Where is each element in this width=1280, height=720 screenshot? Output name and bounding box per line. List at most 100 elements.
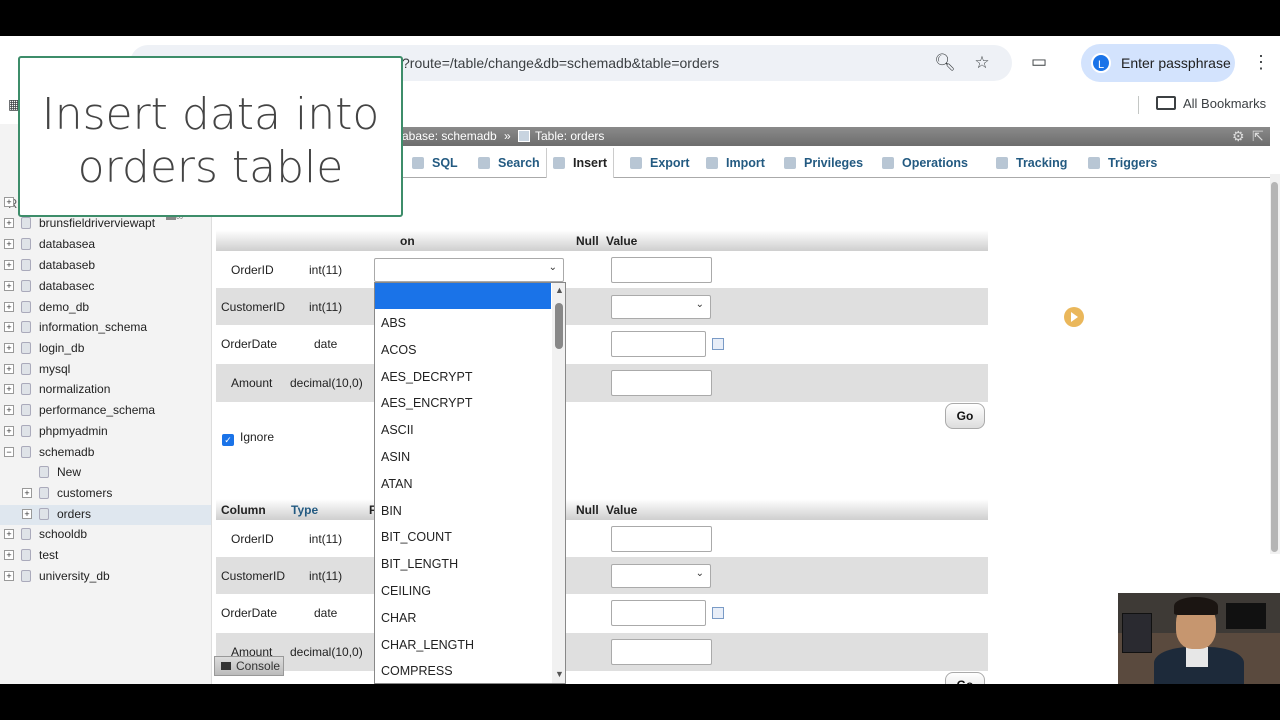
expand-toggle-icon[interactable]: + [4,529,14,539]
nav-item-databaseb[interactable]: + databaseb [0,256,211,276]
tab-triggers[interactable]: Triggers [1082,148,1163,178]
dropdown-option[interactable]: CHAR [375,605,551,632]
extensions-puzzle-icon[interactable]: ▭ [1028,51,1050,73]
dropdown-option[interactable]: BIT_LENGTH [375,551,551,578]
tab-export[interactable]: Export [624,148,696,178]
nav-item-login-db[interactable]: + login_db [0,339,211,359]
chevron-down-icon: ⌄ [548,262,557,273]
expand-toggle-icon[interactable]: + [4,550,14,560]
nav-item-orders[interactable]: + orders [0,505,211,525]
expand-toggle-icon[interactable]: + [4,281,14,291]
nav-item-databasec[interactable]: + databasec [0,277,211,297]
value-input[interactable] [611,526,712,552]
expand-toggle-icon[interactable]: + [4,405,14,415]
dropdown-option[interactable]: BIN [375,498,551,525]
expand-toggle-icon[interactable]: + [4,426,14,436]
kebab-menu-icon[interactable]: ⋮ [1252,51,1270,75]
dropdown-option[interactable]: ASCII [375,417,551,444]
value-input[interactable] [611,331,706,357]
nav-item-test[interactable]: + test [0,546,211,566]
nav-item-university-db[interactable]: + university_db [0,567,211,587]
breadcrumb-table[interactable]: Table: orders [535,129,604,143]
nav-item-phpmyadmin[interactable]: + phpmyadmin [0,422,211,442]
value-input[interactable] [611,257,712,283]
tab-insert[interactable]: Insert [546,148,615,178]
dropdown-option[interactable]: ASIN [375,444,551,471]
ignore-checkbox[interactable]: ✓ [222,434,234,446]
expand-toggle-icon[interactable]: + [4,322,14,332]
nav-item-mysql[interactable]: + mysql [0,360,211,380]
all-bookmarks-link[interactable]: All Bookmarks [1183,96,1266,111]
value-input[interactable] [611,600,706,626]
expand-toggle-icon[interactable]: − [4,447,14,457]
customer-id-value-select[interactable]: ⌄ [611,564,711,588]
tab-sql[interactable]: SQL [406,148,464,178]
tab-operations[interactable]: Operations [876,148,974,178]
nav-item-databasea[interactable]: + databasea [0,235,211,255]
nav-item-new[interactable]: New [0,463,211,483]
dropdown-scrollbar[interactable]: ▲ ▼ [552,283,565,683]
expand-toggle-icon[interactable]: + [22,488,32,498]
go-button-1[interactable]: Go [945,403,985,429]
dropdown-option[interactable]: ABS [375,310,551,337]
type-header[interactable]: Type [291,503,318,517]
nav-item-schooldb[interactable]: + schooldb [0,525,211,545]
function-select[interactable]: ⌄ [374,258,564,282]
expand-toggle-icon[interactable]: + [4,197,14,207]
value-input[interactable] [611,639,712,665]
dropdown-option[interactable]: CEILING [375,578,551,605]
nav-item-information-schema[interactable]: + information_schema [0,318,211,338]
nav-item-brunsfieldriverviewapt[interactable]: + brunsfieldriverviewapt [0,214,211,234]
nav-item-schemadb[interactable]: − schemadb [0,443,211,463]
calendar-icon[interactable] [712,607,724,619]
dropdown-option[interactable]: BIT_COUNT [375,524,551,551]
enter-passphrase-button[interactable]: L Enter passphrase [1081,44,1235,82]
page-scrollbar[interactable] [1270,174,1280,554]
value-input[interactable] [611,370,712,396]
expand-toggle-icon[interactable]: + [4,218,14,228]
zoom-search-icon[interactable]: 🔍︎ [934,52,956,74]
tab-import[interactable]: Import [700,148,771,178]
form-row: OrderID int(11) [216,520,988,558]
breadcrumb-database[interactable]: abase: schemadb [402,129,497,143]
dropdown-option[interactable]: CHAR_LENGTH [375,632,551,659]
nav-item-label: databasea [39,237,96,251]
customer-id-value-select[interactable]: ⌄ [611,295,711,319]
settings-gear-icon[interactable]: ⚙ [1232,128,1245,145]
dropdown-option[interactable]: AES_DECRYPT [375,364,551,391]
function-dropdown-list[interactable]: ▲ ▼ ABS ACOS AES_DECRYPT AES_ENCRYPT ASCII AS… [374,282,566,684]
url-text[interactable]: ?route=/table/change&db=schemadb&table=o… [402,55,719,71]
go-button-2[interactable]: Go [945,672,985,684]
expand-toggle-icon[interactable]: + [4,364,14,374]
expand-toggle-icon[interactable]: + [4,239,14,249]
console-toggle[interactable]: Console [214,656,284,676]
scroll-down-arrow-icon[interactable]: ▼ [555,669,564,679]
calendar-icon[interactable] [712,338,724,350]
expand-toggle-icon[interactable]: + [4,571,14,581]
dropdown-option[interactable]: ACOS [375,337,551,364]
expand-toggle-icon[interactable]: + [4,343,14,353]
expand-toggle-icon[interactable]: + [4,302,14,312]
dropdown-option[interactable]: AES_ENCRYPT [375,390,551,417]
nav-item-normalization[interactable]: + normalization [0,380,211,400]
collapse-icon[interactable]: ⇱ [1252,128,1264,145]
ignore-option[interactable]: ✓ Ignore [222,430,274,446]
dropdown-option[interactable]: COMPRESS [375,658,551,683]
dropdown-option[interactable]: ATAN [375,471,551,498]
scrollbar-thumb[interactable] [1271,182,1278,552]
webcam-overlay [1118,593,1280,684]
tab-privileges[interactable]: Privileges [778,148,869,178]
nav-item-performance-schema[interactable]: + performance_schema [0,401,211,421]
dropdown-option[interactable] [375,283,551,309]
scroll-up-arrow-icon[interactable]: ▲ [555,285,564,295]
search-icon [478,157,490,169]
nav-item-customers[interactable]: + customers [0,484,211,504]
expand-toggle-icon[interactable]: + [4,384,14,394]
dropdown-scroll-thumb[interactable] [555,303,563,349]
tab-search[interactable]: Search [472,148,546,178]
expand-toggle-icon[interactable]: + [4,260,14,270]
nav-item-demo-db[interactable]: + demo_db [0,298,211,318]
expand-toggle-icon[interactable]: + [22,509,32,519]
tab-tracking[interactable]: Tracking [990,148,1073,178]
star-bookmark-icon[interactable]: ☆ [971,52,993,74]
